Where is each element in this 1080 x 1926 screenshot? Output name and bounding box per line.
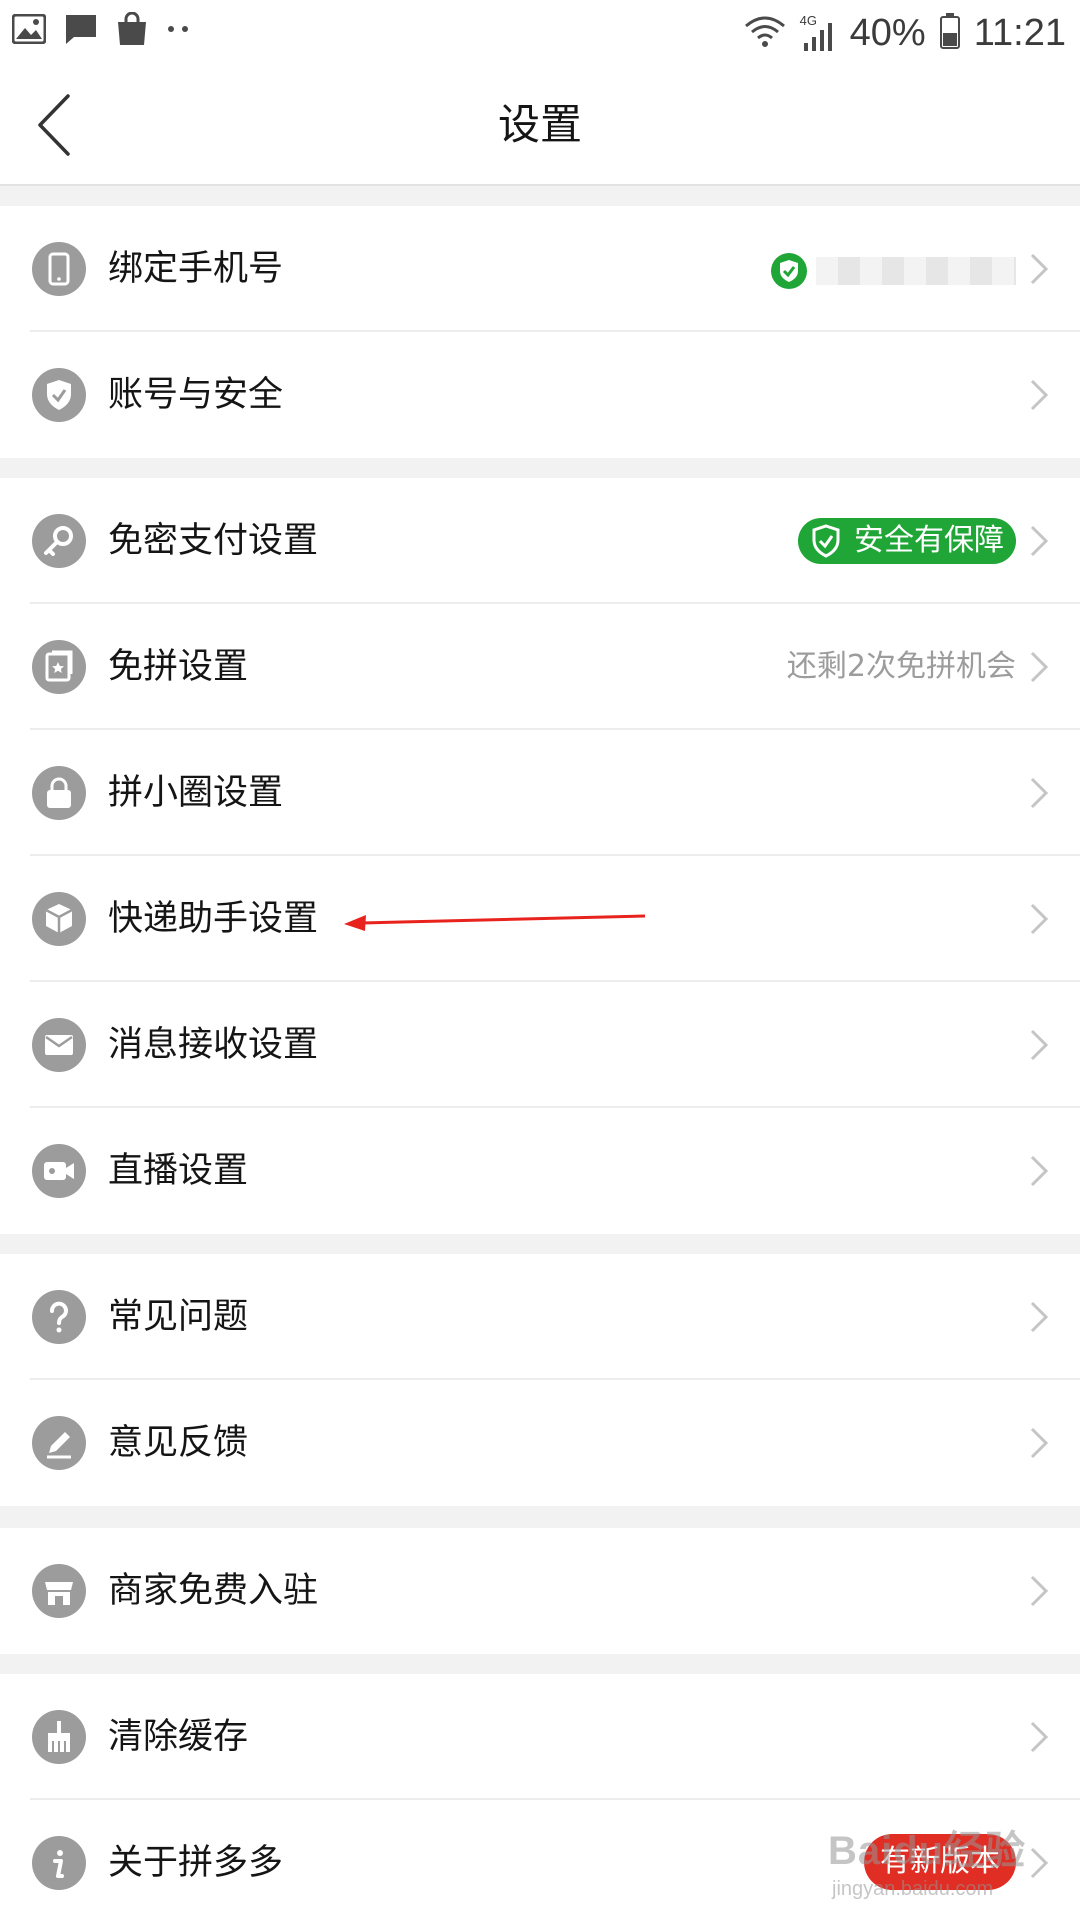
lock-icon xyxy=(32,766,86,820)
row-merchant-join[interactable]: 商家免费入驻 xyxy=(0,1528,1080,1654)
row-bind-phone[interactable]: 绑定手机号 xyxy=(0,206,1080,332)
settings-group-merchant: 商家免费入驻 xyxy=(0,1528,1080,1654)
row-label: 关于拼多多 xyxy=(108,1843,284,1883)
row-label: 账号与安全 xyxy=(108,375,284,415)
row-label: 免密支付设置 xyxy=(108,521,319,561)
chevron-right-icon xyxy=(1030,379,1049,411)
masked-phone-number xyxy=(816,257,1016,285)
chevron-right-icon xyxy=(1030,1575,1049,1607)
chevron-right-icon xyxy=(1030,1301,1049,1333)
row-account-security[interactable]: 账号与安全 xyxy=(0,332,1080,458)
phone-icon xyxy=(32,242,86,296)
row-label: 常见问题 xyxy=(108,1297,249,1337)
free-group-remaining: 还剩2次免拼机会 xyxy=(786,649,1016,684)
row-label: 直播设置 xyxy=(108,1151,249,1191)
shield-icon xyxy=(812,524,840,558)
verified-phone xyxy=(770,252,1016,290)
key-icon xyxy=(32,514,86,568)
row-free-group[interactable]: 免拼设置 还剩2次免拼机会 xyxy=(0,604,1080,730)
row-label: 商家免费入驻 xyxy=(108,1571,319,1611)
watermark-url: jingyan.baidu.com xyxy=(832,1878,994,1900)
chevron-right-icon xyxy=(1030,1721,1049,1753)
safe-badge-text: 安全有保障 xyxy=(854,523,1004,558)
mail-icon xyxy=(32,1018,86,1072)
row-message-settings[interactable]: 消息接收设置 xyxy=(0,982,1080,1108)
annotation-arrow xyxy=(344,914,646,931)
settings-group-account: 绑定手机号 账号与安全 xyxy=(0,206,1080,458)
signal-icon: 4G xyxy=(800,13,836,53)
clock: 11:21 xyxy=(973,11,1066,54)
status-bar: 4G 40% 11:21 xyxy=(0,0,1080,66)
chevron-right-icon xyxy=(1030,1155,1049,1187)
row-label: 清除缓存 xyxy=(108,1717,249,1757)
row-feedback[interactable]: 意见反馈 xyxy=(0,1380,1080,1506)
more-dots-icon xyxy=(166,24,190,34)
row-password-free-pay[interactable]: 免密支付设置 安全有保障 xyxy=(0,478,1080,604)
watermark-logo: Baidu经验 xyxy=(828,1829,1027,1873)
row-label: 免拼设置 xyxy=(108,647,249,687)
row-label: 消息接收设置 xyxy=(108,1025,319,1065)
question-icon xyxy=(32,1290,86,1344)
gallery-icon xyxy=(12,14,46,44)
info-icon xyxy=(32,1836,86,1890)
chevron-right-icon xyxy=(1030,777,1049,809)
video-camera-icon xyxy=(32,1144,86,1198)
store-icon xyxy=(32,1564,86,1618)
battery-percent: 40% xyxy=(849,11,926,54)
row-circle-settings[interactable]: 拼小圈设置 xyxy=(0,730,1080,856)
battery-icon xyxy=(939,13,960,53)
row-clear-cache[interactable]: 清除缓存 xyxy=(0,1674,1080,1800)
chevron-right-icon xyxy=(1030,525,1049,557)
safe-guarantee-badge: 安全有保障 xyxy=(798,518,1016,564)
row-live-settings[interactable]: 直播设置 xyxy=(0,1108,1080,1234)
message-icon xyxy=(64,13,98,45)
row-label: 快递助手设置 xyxy=(108,899,319,939)
ticket-icon xyxy=(32,640,86,694)
chevron-right-icon xyxy=(1030,1029,1049,1061)
row-label: 意见反馈 xyxy=(108,1423,249,1463)
shield-check-icon xyxy=(32,368,86,422)
row-label: 绑定手机号 xyxy=(108,249,284,289)
settings-group-help: 常见问题 意见反馈 xyxy=(0,1254,1080,1506)
chevron-right-icon xyxy=(1030,903,1049,935)
chevron-right-icon xyxy=(1030,1427,1049,1459)
pencil-icon xyxy=(32,1416,86,1470)
settings-group-features: 免密支付设置 安全有保障 免拼设置 还剩2次免拼机会 拼小圈设置 快递助手设置 xyxy=(0,478,1080,1234)
broom-icon xyxy=(32,1710,86,1764)
nav-bar: 设置 xyxy=(0,66,1080,186)
shopping-bag-icon xyxy=(116,12,148,46)
watermark: Baidu经验 jingyan.baidu.com xyxy=(820,1800,1060,1910)
row-label: 拼小圈设置 xyxy=(108,773,284,813)
row-faq[interactable]: 常见问题 xyxy=(0,1254,1080,1380)
chevron-right-icon xyxy=(1030,651,1049,683)
wifi-icon xyxy=(744,14,786,52)
verified-shield-icon xyxy=(771,253,807,289)
page-title: 设置 xyxy=(497,100,582,149)
package-icon xyxy=(32,892,86,946)
chevron-right-icon xyxy=(1030,253,1049,285)
